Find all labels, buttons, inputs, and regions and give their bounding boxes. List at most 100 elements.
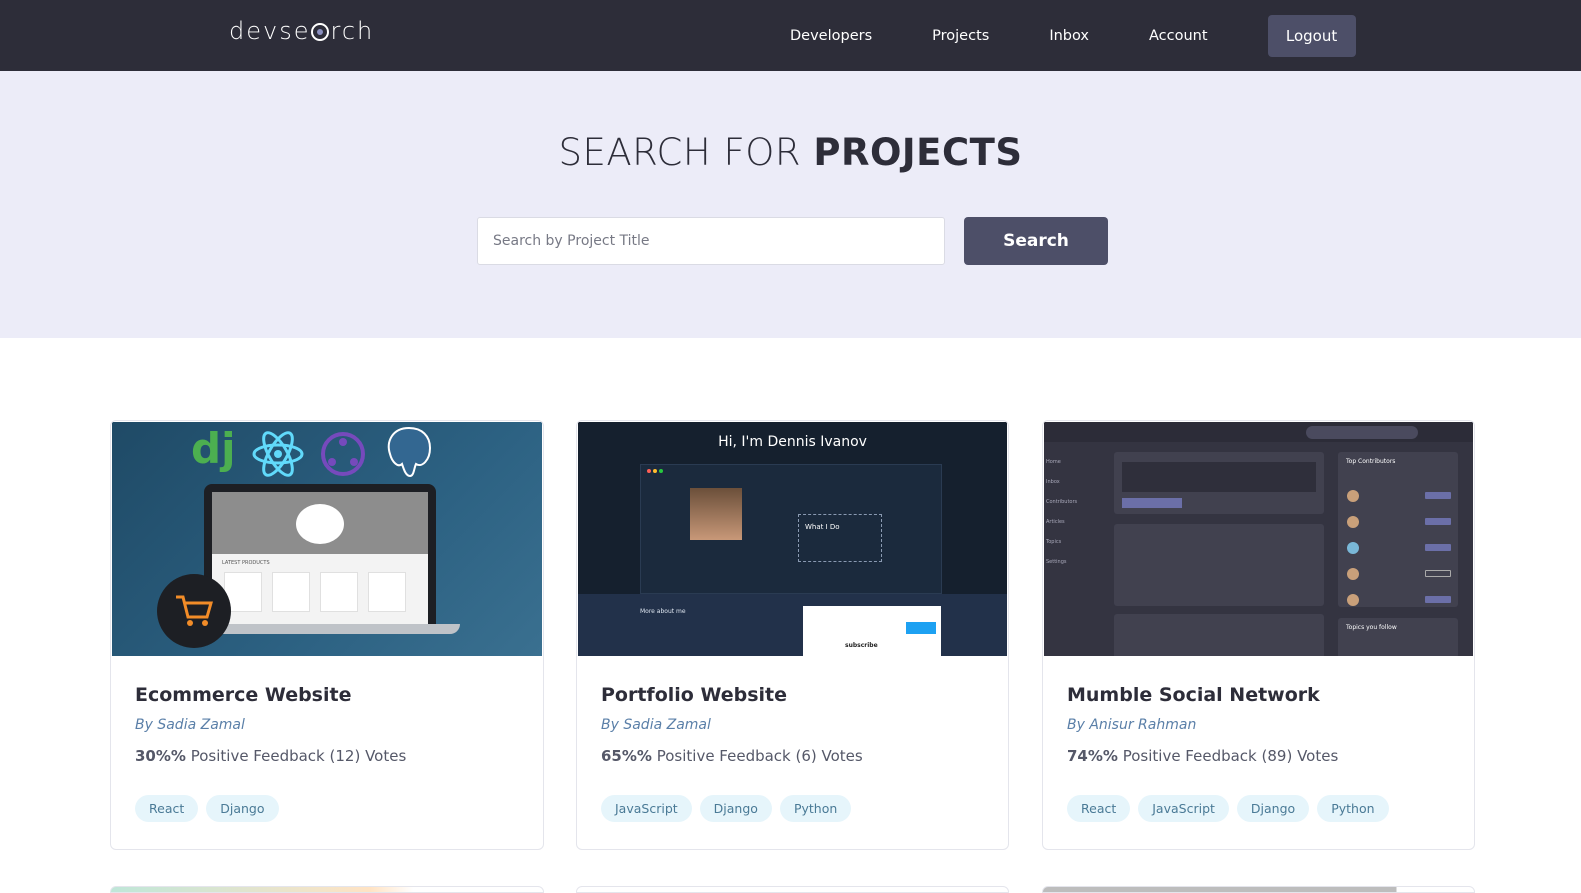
page-title: SEARCH FOR PROJECTS bbox=[0, 131, 1581, 174]
redux-icon bbox=[321, 432, 365, 476]
contributor-avatar bbox=[1347, 516, 1359, 528]
project-card-partial[interactable] bbox=[1042, 886, 1475, 893]
nav-account[interactable]: Account bbox=[1149, 16, 1208, 56]
feedback-text: Positive Feedback (6) Votes bbox=[656, 747, 863, 765]
contributor-avatar bbox=[1347, 490, 1359, 502]
title-bold: PROJECTS bbox=[813, 131, 1023, 174]
project-thumbnail[interactable]: Home Inbox Contributors Articles Topics … bbox=[1044, 422, 1473, 656]
nav-inbox[interactable]: Inbox bbox=[1049, 16, 1089, 56]
magnifier-icon bbox=[311, 23, 330, 41]
project-card-portfolio[interactable]: Hi, I'm Dennis Ivanov What I Do More abo… bbox=[576, 420, 1009, 850]
postgresql-icon bbox=[387, 426, 432, 478]
search-hero: SEARCH FOR PROJECTS Search bbox=[0, 71, 1581, 338]
mumble-nav-item: Articles bbox=[1046, 519, 1065, 525]
react-icon bbox=[252, 431, 304, 477]
contributor-avatar bbox=[1347, 568, 1359, 580]
project-author[interactable]: By Sadia Zamal bbox=[601, 717, 711, 733]
main-nav: Developers Projects Inbox Account Logout bbox=[760, 15, 1356, 57]
subscribe-label: subscribe bbox=[845, 642, 878, 649]
contributor-avatar bbox=[1347, 594, 1359, 606]
mumble-nav-item: Settings bbox=[1046, 559, 1067, 565]
product-tile bbox=[272, 572, 310, 612]
tag-chip[interactable]: React bbox=[135, 795, 199, 822]
top-contributors-panel: Top Contributors bbox=[1338, 452, 1458, 607]
panel-title: Top Contributors bbox=[1346, 458, 1396, 465]
mumble-nav-item: Topics bbox=[1046, 539, 1062, 545]
mumble-search bbox=[1306, 426, 1418, 439]
follow-chip bbox=[1425, 492, 1451, 499]
tag-chip[interactable]: JavaScript bbox=[601, 795, 692, 822]
logout-button[interactable]: Logout bbox=[1267, 15, 1356, 57]
project-tags: React Django bbox=[135, 795, 287, 822]
tag-chip[interactable]: Python bbox=[779, 795, 852, 822]
project-thumbnail[interactable]: Hi, I'm Dennis Ivanov What I Do More abo… bbox=[578, 422, 1007, 656]
panel-title: Topics you follow bbox=[1346, 624, 1397, 631]
feedback-percent: 74%% bbox=[1067, 747, 1118, 765]
feedback-percent: 65%% bbox=[601, 747, 652, 765]
follow-badge bbox=[906, 622, 936, 634]
nav-projects[interactable]: Projects bbox=[932, 16, 989, 56]
search-button[interactable]: Search bbox=[964, 217, 1108, 265]
project-author[interactable]: By Anisur Rahman bbox=[1067, 717, 1196, 733]
project-tags: React JavaScript Django Python bbox=[1067, 795, 1397, 822]
product-banner bbox=[212, 492, 428, 554]
tag-chip[interactable]: React bbox=[1067, 795, 1131, 822]
django-logo: dj bbox=[191, 424, 236, 473]
what-i-do-box: What I Do bbox=[798, 514, 882, 562]
portfolio-frame bbox=[640, 464, 942, 594]
mumble-post bbox=[1114, 614, 1324, 656]
tag-chip[interactable]: JavaScript bbox=[1138, 795, 1229, 822]
project-title[interactable]: Ecommerce Website bbox=[135, 684, 351, 706]
feedback-text: Positive Feedback (12) Votes bbox=[190, 747, 407, 765]
portfolio-heading: Hi, I'm Dennis Ivanov bbox=[718, 434, 867, 450]
profile-photo bbox=[690, 488, 742, 540]
about-section: More about me bbox=[578, 594, 1007, 656]
mumble-nav-item: Contributors bbox=[1046, 499, 1078, 505]
devsearch-logo[interactable]: devse rch bbox=[229, 17, 374, 45]
project-card-partial[interactable] bbox=[110, 886, 544, 893]
product-tile bbox=[368, 572, 406, 612]
laptop-screen: LATEST PRODUCTS bbox=[212, 492, 428, 624]
follow-chip bbox=[1425, 570, 1451, 577]
project-thumbnail[interactable]: dj LATEST PRODUCTS bbox=[112, 422, 542, 656]
camera-image bbox=[296, 504, 344, 544]
feedback-percent: 30%% bbox=[135, 747, 186, 765]
mumble-compose bbox=[1114, 452, 1324, 514]
tag-chip[interactable]: Django bbox=[206, 795, 279, 822]
project-feedback: 65%% Positive Feedback (6) Votes bbox=[601, 747, 863, 765]
latest-products-label: LATEST PRODUCTS bbox=[222, 560, 270, 566]
project-feedback: 30%% Positive Feedback (12) Votes bbox=[135, 747, 406, 765]
logo-text-end: rch bbox=[330, 17, 375, 45]
follow-chip bbox=[1425, 518, 1451, 525]
contributor-avatar bbox=[1347, 542, 1359, 554]
project-title[interactable]: Mumble Social Network bbox=[1067, 684, 1320, 706]
mumble-post bbox=[1114, 524, 1324, 606]
mumble-sidebar: Home Inbox Contributors Articles Topics … bbox=[1046, 452, 1077, 572]
follow-chip bbox=[1425, 596, 1451, 603]
mumble-nav-item: Inbox bbox=[1046, 479, 1060, 485]
project-title[interactable]: Portfolio Website bbox=[601, 684, 787, 706]
project-tags: JavaScript Django Python bbox=[601, 795, 859, 822]
window-dots bbox=[647, 469, 663, 473]
shopping-cart-icon bbox=[157, 574, 231, 648]
title-light: SEARCH FOR bbox=[558, 131, 814, 174]
more-about-label: More about me bbox=[640, 608, 686, 615]
laptop-mockup: LATEST PRODUCTS bbox=[204, 484, 436, 624]
tag-chip[interactable]: Django bbox=[1236, 795, 1310, 822]
project-author[interactable]: By Sadia Zamal bbox=[135, 717, 245, 733]
project-feedback: 74%% Positive Feedback (89) Votes bbox=[1067, 747, 1338, 765]
tag-chip[interactable]: Python bbox=[1317, 795, 1389, 822]
search-input[interactable] bbox=[477, 217, 945, 265]
topics-panel: Topics you follow bbox=[1338, 618, 1458, 656]
project-card-partial[interactable] bbox=[576, 886, 1009, 893]
feedback-text: Positive Feedback (89) Votes bbox=[1122, 747, 1339, 765]
logo-text-start: devse bbox=[229, 17, 311, 45]
project-card-ecommerce[interactable]: dj LATEST PRODUCTS Ecommerce Website By … bbox=[110, 420, 544, 850]
top-navbar: devse rch Developers Projects Inbox Acco… bbox=[0, 0, 1581, 71]
product-tile bbox=[320, 572, 358, 612]
follow-chip bbox=[1425, 544, 1451, 551]
mumble-nav-item: Home bbox=[1046, 459, 1061, 465]
nav-developers[interactable]: Developers bbox=[790, 16, 872, 56]
project-card-mumble[interactable]: Home Inbox Contributors Articles Topics … bbox=[1042, 420, 1475, 850]
tag-chip[interactable]: Django bbox=[699, 795, 772, 822]
